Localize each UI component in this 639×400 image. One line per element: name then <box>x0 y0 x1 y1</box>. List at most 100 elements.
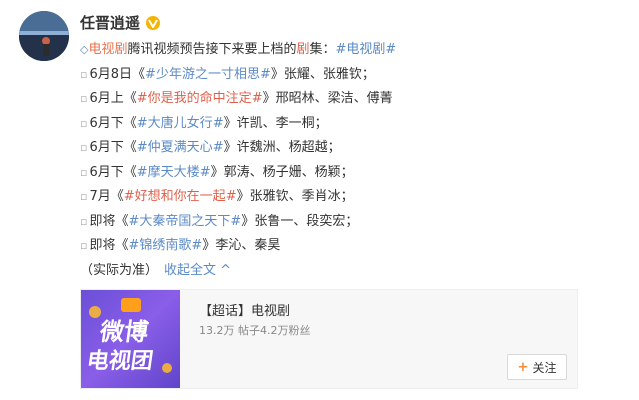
list-item: ▫ 即将《#大秦帝国之天下#》张鲁一、段奕宏； <box>80 210 620 235</box>
bullet-icon: ▫ <box>80 239 88 252</box>
topic-link[interactable]: 电视剧 <box>88 42 127 57</box>
item-bracket: 《 <box>123 91 137 106</box>
item-date: 即将 <box>89 238 116 253</box>
item-date: 7月 <box>89 189 111 204</box>
item-cast: 张雅钦、季肖冰； <box>249 189 354 204</box>
collapse-button[interactable]: 收起全文 ^ <box>164 263 231 278</box>
hashtag-link[interactable]: #电视剧# <box>336 42 397 57</box>
intro-text: 腾讯视频预告接下来要上档的 <box>127 42 297 57</box>
item-bracket: 《 <box>123 164 137 180</box>
show-link[interactable]: #好想和你在一起# <box>124 189 237 204</box>
card-title[interactable]: 【超话】电视剧 <box>199 300 290 319</box>
list-item: ▫ 6月上《#你是我的命中注定#》邢昭林、梁洁、傅菁 <box>80 87 620 112</box>
card-thumbnail: 微博 电视团 <box>81 290 180 388</box>
bullet-icon: ▫ <box>80 190 88 203</box>
item-bracket: 》 <box>262 91 276 106</box>
hash-mark: # <box>199 164 211 180</box>
bullet-icon: ▫ <box>80 92 88 105</box>
plus-icon: + <box>517 359 529 375</box>
item-cast: 郭涛、杨子姗、杨颖； <box>223 164 354 180</box>
post-footer: （实际为准） 收起全文 ^ <box>80 259 620 284</box>
username[interactable]: 任晋逍遥 <box>80 12 140 33</box>
item-bracket: 《 <box>123 140 137 155</box>
bullet-icon: ▫ <box>80 214 88 228</box>
show-title: 摩天大楼 <box>147 164 200 180</box>
list-item: ▫ 6月下《#大唐儿女行#》许凯、李一桐； <box>80 112 620 137</box>
item-cast: 邢昭林、梁洁、傅菁 <box>275 91 393 106</box>
hash-mark: # <box>225 189 237 204</box>
show-link[interactable]: #大唐儿女行# <box>137 116 224 131</box>
user-header: 任晋逍遥 <box>80 12 161 33</box>
item-bracket: 《 <box>115 213 129 229</box>
item-bracket: 《 <box>115 238 129 253</box>
show-link[interactable]: #少年游之一寸相思# <box>145 67 271 82</box>
show-title: 仲夏满天心 <box>147 140 213 155</box>
super-topic-card[interactable]: 微博 电视团 【超话】电视剧 13.2万 帖子4.2万粉丝 + 关注 <box>80 289 578 389</box>
item-bracket: 《 <box>110 189 124 204</box>
hash-mark: # <box>128 238 140 253</box>
item-bracket: 》 <box>223 140 237 155</box>
avatar[interactable] <box>19 11 69 61</box>
hash-mark: # <box>136 115 148 131</box>
avatar-image <box>19 11 69 61</box>
hash-mark: # <box>136 91 148 106</box>
hash-mark: # <box>191 238 203 253</box>
hash-mark: # <box>128 213 140 229</box>
hash-mark: # <box>230 213 242 229</box>
hash-mark: # <box>145 66 156 82</box>
verified-icon <box>146 15 161 30</box>
item-date: 6月上 <box>89 91 124 106</box>
item-bracket: 《 <box>132 66 146 82</box>
show-link[interactable]: #摩天大楼# <box>137 165 211 180</box>
item-bracket: 《 <box>123 115 137 131</box>
show-title: 大唐儿女行 <box>147 115 213 131</box>
item-date: 6月下 <box>89 140 124 155</box>
intro-text-2: 集： <box>309 42 336 57</box>
item-cast: 许凯、李一桐； <box>236 115 328 131</box>
hash-mark: # <box>136 140 148 155</box>
show-title: 好想和你在一起 <box>134 189 226 204</box>
intro-highlight: 剧 <box>296 42 310 57</box>
item-cast: 许魏洲、杨超越； <box>236 140 341 155</box>
follow-button[interactable]: + 关注 <box>507 354 567 380</box>
card-stats: 13.2万 帖子4.2万粉丝 <box>199 324 311 337</box>
bullet-icon: ▫ <box>80 165 88 179</box>
item-bracket: 》 <box>270 66 284 82</box>
item-bracket: 》 <box>210 164 224 180</box>
show-title: 锦绣南歌 <box>139 238 192 253</box>
bullet-icon: ▫ <box>80 67 88 81</box>
list-item: ▫ 6月8日《#少年游之一寸相思#》张耀、张雅钦； <box>80 63 620 88</box>
list-item: ▫ 6月下《#仲夏满天心#》许魏洲、杨超越； <box>80 136 620 161</box>
show-link[interactable]: #你是我的命中注定# <box>137 91 263 106</box>
hash-mark: # <box>259 66 271 82</box>
hash-mark: # <box>212 140 224 155</box>
hash-mark: # <box>251 91 263 106</box>
collapse-label: 收起全文 <box>164 262 217 278</box>
item-date: 6月8日 <box>89 66 133 82</box>
item-bracket: 》 <box>236 189 250 204</box>
post-intro: ◇电视剧腾讯视频预告接下来要上档的剧集：#电视剧# <box>80 38 620 63</box>
hash-mark: # <box>136 164 148 180</box>
logo-text-bottom: 电视团 <box>85 348 155 374</box>
footer-note: （实际为准） <box>80 262 159 278</box>
list-item: ▫ 6月下《#摩天大楼#》郭涛、杨子姗、杨颖； <box>80 161 620 186</box>
item-cast: 张耀、张雅钦； <box>283 66 375 82</box>
item-cast: 李沁、秦昊 <box>215 238 281 253</box>
item-bracket: 》 <box>241 213 255 229</box>
item-date: 6月下 <box>89 164 124 180</box>
bullet-icon: ▫ <box>80 141 88 154</box>
show-link[interactable]: #仲夏满天心# <box>137 140 224 155</box>
show-title: 大秦帝国之天下 <box>139 213 231 229</box>
hash-mark: # <box>123 189 135 204</box>
item-date: 6月下 <box>89 115 124 131</box>
item-bracket: 》 <box>202 238 216 253</box>
show-title: 少年游之一寸相思 <box>155 66 260 82</box>
logo-text-top: 微博 <box>97 318 150 346</box>
bullet-icon: ▫ <box>80 116 88 130</box>
show-link[interactable]: #大秦帝国之天下# <box>129 214 242 229</box>
show-link[interactable]: #锦绣南歌# <box>129 238 203 253</box>
post-content: ◇电视剧腾讯视频预告接下来要上档的剧集：#电视剧# ▫ 6月8日《#少年游之一寸相… <box>80 38 620 283</box>
item-date: 即将 <box>89 213 116 229</box>
show-title: 你是我的命中注定 <box>147 91 252 106</box>
list-item: ▫ 7月《#好想和你在一起#》张雅钦、季肖冰； <box>80 185 620 210</box>
